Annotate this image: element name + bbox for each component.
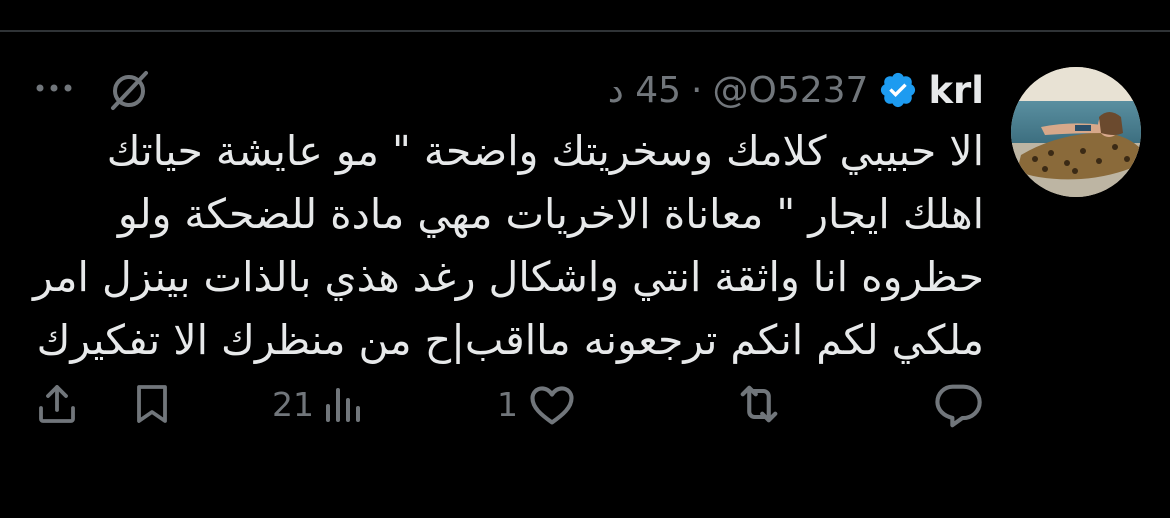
like-button[interactable]: 1	[497, 378, 580, 430]
tweet-text-line: حظروه انا واثقة انتي واشكال رغد هذي بالذ…	[32, 253, 984, 301]
tweet-timestamp[interactable]: 45 د	[608, 70, 681, 111]
share-upload-icon	[39, 385, 75, 423]
like-count: 1	[497, 384, 518, 424]
share-button[interactable]	[33, 378, 81, 430]
tweet-text: الا حبيبي كلامك وسخريتك واضحة " مو عايشة…	[24, 120, 984, 372]
bookmark-button[interactable]	[128, 378, 176, 430]
avatar[interactable]	[1011, 67, 1141, 197]
verified-badge-icon	[878, 70, 918, 110]
header-separator: ·	[691, 69, 703, 111]
tweet-header: krl @O5237 · 45 د	[608, 62, 984, 118]
reply-bubble-icon	[935, 384, 982, 428]
grok-slash-icon[interactable]	[106, 66, 154, 114]
views-count: 21	[272, 384, 314, 424]
views-bars-icon	[326, 388, 360, 422]
tweet-text-line: اهلك ايجار " معاناة الاخريات مهي مادة لل…	[117, 190, 984, 238]
views-button[interactable]: 21	[272, 378, 368, 430]
top-divider	[0, 30, 1170, 32]
tweet-text-line: الا حبيبي كلامك وسخريتك واضحة " مو عايشة…	[106, 127, 984, 175]
author-display-name[interactable]: krl	[928, 69, 984, 112]
retweet-arrows-icon	[740, 385, 778, 423]
heart-icon	[530, 386, 574, 425]
retweet-button[interactable]	[733, 378, 791, 430]
author-handle[interactable]: @O5237	[713, 70, 869, 111]
more-dots-icon[interactable]	[34, 76, 74, 100]
tweet-text-line: ملكي لكم انكم ترجعونه مااقب|ح من منظرك ا…	[36, 316, 984, 364]
bookmark-icon	[137, 385, 167, 423]
avatar-image	[1011, 67, 1141, 197]
reply-button[interactable]	[932, 378, 990, 430]
